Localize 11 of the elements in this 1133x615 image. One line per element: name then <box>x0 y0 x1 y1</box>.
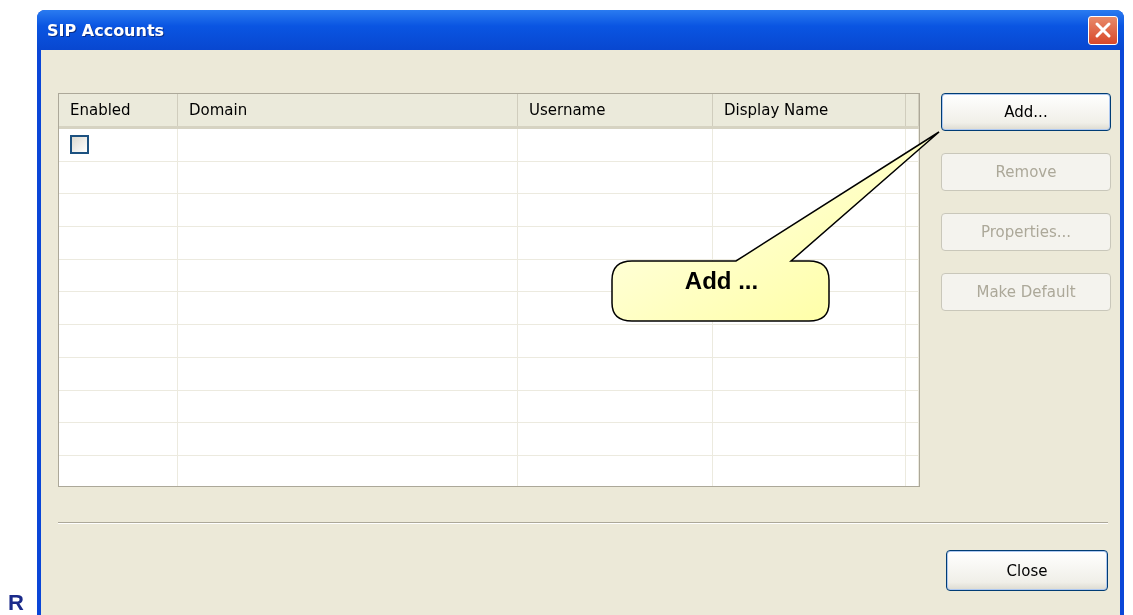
close-button[interactable]: Close <box>946 550 1108 591</box>
close-icon[interactable] <box>1088 15 1118 45</box>
column-header[interactable]: Enabled <box>59 94 178 126</box>
column-header[interactable]: Domain <box>178 94 518 126</box>
dialog-button[interactable]: Add... <box>941 93 1111 131</box>
stray-letter: R <box>8 590 24 615</box>
callout-text: Add ... <box>683 267 760 295</box>
window-title: SIP Accounts <box>47 20 165 40</box>
checkbox[interactable] <box>70 135 89 155</box>
column-header[interactable]: Username <box>518 94 713 126</box>
column-header[interactable]: Display Name <box>713 94 906 126</box>
